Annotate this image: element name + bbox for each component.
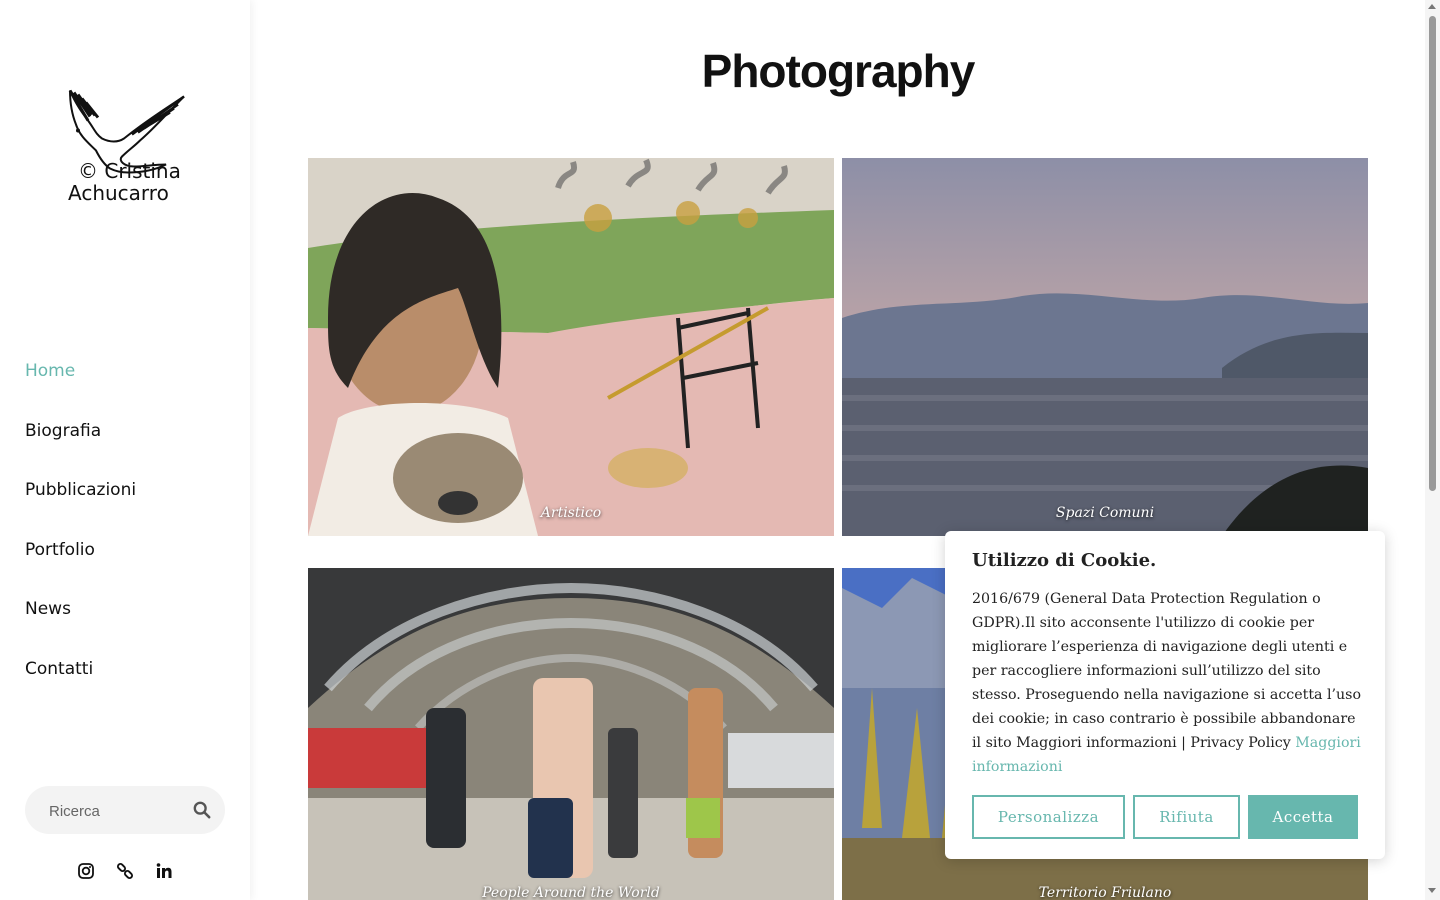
scroll-up-arrow[interactable] xyxy=(1428,4,1436,9)
nav-item-news[interactable]: News xyxy=(25,599,71,619)
search-icon[interactable] xyxy=(193,801,211,819)
page-scrollbar[interactable] xyxy=(1425,0,1440,900)
nav-item-home[interactable]: Home xyxy=(25,361,75,381)
nav-item-biografia[interactable]: Biografia xyxy=(25,421,101,441)
cookie-title: Utilizzo di Cookie. xyxy=(972,550,1157,571)
cookie-text-block: 2016/679 (General Data Protection Regula… xyxy=(972,587,1364,779)
city-landscape-image xyxy=(842,158,1368,536)
gallery-tile-people[interactable]: People Around the World xyxy=(308,568,834,900)
cookie-banner: Utilizzo di Cookie. 2016/679 (General Da… xyxy=(945,531,1385,859)
tile-caption: Territorio Friulano xyxy=(1038,885,1172,900)
nav-item-portfolio[interactable]: Portfolio xyxy=(25,540,95,560)
reject-button[interactable]: Rifiuta xyxy=(1133,795,1240,839)
train-station-image xyxy=(308,568,834,900)
tile-caption: Artistico xyxy=(540,505,602,521)
scrollbar-thumb[interactable] xyxy=(1429,16,1436,491)
painting-image xyxy=(308,158,834,536)
link-icon[interactable] xyxy=(116,862,134,880)
scroll-down-arrow[interactable] xyxy=(1428,888,1436,893)
linkedin-icon[interactable] xyxy=(155,862,173,880)
logo-text: © Cristina Achucarro xyxy=(68,160,181,204)
logo-line-1: © Cristina xyxy=(78,159,181,183)
search-input[interactable] xyxy=(47,786,191,836)
gallery-tile-spazi-comuni[interactable]: Spazi Comuni xyxy=(842,158,1368,536)
nav-item-pubblicazioni[interactable]: Pubblicazioni xyxy=(25,480,136,500)
logo-line-2: Achucarro xyxy=(68,181,169,205)
instagram-icon[interactable] xyxy=(77,862,95,880)
cookie-text: 2016/679 (General Data Protection Regula… xyxy=(972,591,1361,751)
accept-button[interactable]: Accetta xyxy=(1248,795,1358,839)
tile-caption: Spazi Comuni xyxy=(1055,505,1155,521)
customize-button[interactable]: Personalizza xyxy=(972,795,1125,839)
tile-caption: People Around the World xyxy=(482,885,660,900)
sidebar: © Cristina Achucarro Home Biografia Pubb… xyxy=(0,0,250,900)
nav-item-contatti[interactable]: Contatti xyxy=(25,659,93,679)
page-title: Photography xyxy=(701,45,976,97)
search-box xyxy=(25,786,225,836)
gallery-tile-artistico[interactable]: Artistico xyxy=(308,158,834,536)
